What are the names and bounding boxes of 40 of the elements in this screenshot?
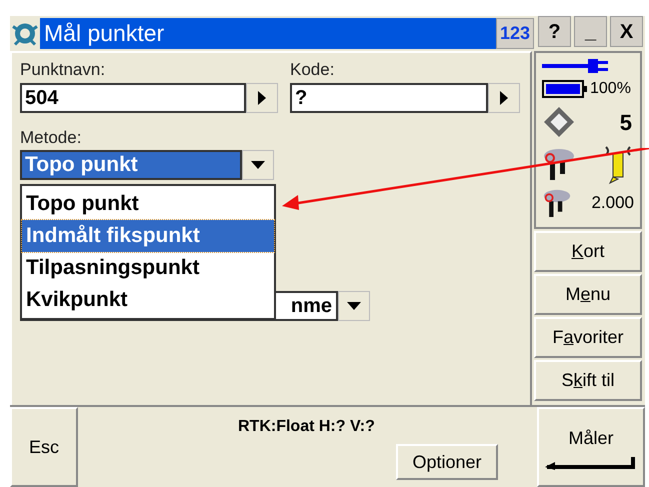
caret-right-icon — [258, 90, 266, 104]
side-menu-button[interactable]: Menu — [534, 274, 642, 315]
side-menu-button[interactable]: Favoriter — [534, 317, 642, 358]
dropdown-button[interactable] — [338, 291, 370, 321]
measure-button[interactable]: Måler — [537, 407, 645, 487]
close-button[interactable]: X — [610, 16, 643, 47]
dropdown-option[interactable]: Kvikpunkt — [22, 284, 274, 316]
satellite-icon — [542, 105, 576, 139]
window-title: Mål punkter — [44, 19, 164, 48]
antenna-height: 2.000 — [591, 192, 634, 214]
status-text: RTK:Float H:? V:? — [238, 417, 375, 437]
enter-arrow-icon — [545, 456, 637, 470]
receiver-icon — [542, 148, 576, 180]
caret-right-icon — [500, 90, 508, 104]
side-menu-button[interactable]: Kort — [534, 231, 642, 272]
side-menu-button[interactable]: Skift til — [534, 360, 642, 401]
field-label: Kode: — [290, 59, 336, 81]
satellite-count: 5 — [620, 108, 633, 136]
field-label: Metode: — [20, 126, 82, 148]
input-mode-button[interactable]: 123 — [496, 18, 534, 49]
text-field[interactable]: ? — [290, 82, 488, 112]
options-button[interactable]: Optioner — [396, 444, 498, 480]
minimize-button[interactable]: _ — [574, 16, 607, 47]
field-label: Punktnavn: — [20, 59, 106, 81]
battery-icon — [542, 80, 588, 98]
battery-percent: 100% — [590, 79, 631, 99]
dropdown-option[interactable]: Tilpasningspunkt — [22, 252, 274, 284]
text-field[interactable]: 504 — [20, 82, 246, 112]
arrow-button[interactable] — [488, 82, 520, 112]
combo-value: nme — [290, 294, 332, 319]
dropdown-option[interactable]: Indmålt fikspunkt — [22, 220, 274, 252]
method-dropdown[interactable]: Topo punkt — [20, 150, 242, 180]
dropdown-option[interactable]: Topo punkt — [22, 188, 274, 220]
escape-button[interactable]: Esc — [10, 407, 78, 487]
arrow-button[interactable] — [246, 82, 278, 112]
caret-down-icon — [251, 161, 265, 169]
caret-down-icon — [347, 302, 361, 310]
receiver-icon — [542, 189, 572, 217]
help-button[interactable]: ? — [538, 16, 571, 47]
dropdown-button[interactable] — [242, 150, 274, 180]
